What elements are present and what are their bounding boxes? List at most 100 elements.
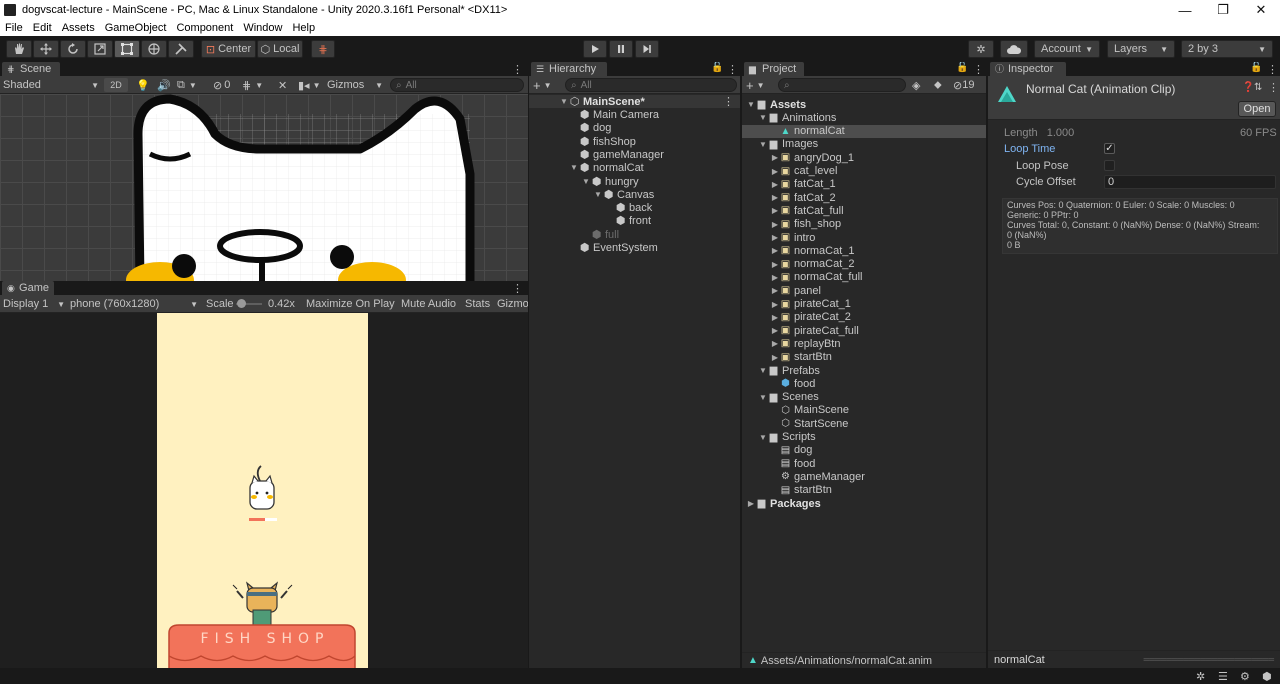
tools-toggle[interactable]: ✕ (278, 78, 287, 92)
project-item[interactable]: ▶ ▣ pirateCat_2 (742, 311, 986, 324)
lighting-toggle[interactable]: 💡 (136, 78, 150, 92)
expand-arrow-icon[interactable]: ▼ (746, 100, 756, 109)
filter-type-button[interactable]: ◈ (912, 78, 920, 92)
collapse-arrow-icon[interactable]: ▶ (770, 286, 780, 295)
project-item[interactable]: ▶ ▣ fatCat_1 (742, 178, 986, 191)
collapse-arrow-icon[interactable]: ▶ (770, 246, 780, 255)
hierarchy-item-hungry[interactable]: ▼ ⬢ hungry (529, 175, 740, 189)
mute-audio-toggle[interactable]: Mute Audio (401, 297, 456, 311)
hierarchy-item-dog[interactable]: ⬢ dog (529, 121, 740, 135)
collapse-arrow-icon[interactable]: ▶ (770, 167, 780, 176)
hand-tool-button[interactable] (6, 40, 32, 58)
display-dropdown[interactable]: Display 1 ▼ (3, 297, 65, 311)
loop-pose-checkbox[interactable] (1104, 160, 1115, 171)
project-item[interactable]: ▶ ▣ panel (742, 284, 986, 297)
expand-arrow-icon[interactable]: ▼ (581, 177, 591, 186)
expand-arrow-icon[interactable]: ▼ (559, 97, 569, 106)
hierarchy-kebab-icon[interactable]: ⋮ (727, 63, 738, 76)
project-item[interactable]: ▶ ▣ cat_level (742, 165, 986, 178)
open-button[interactable]: Open (1238, 101, 1276, 117)
lock-icon[interactable]: 🔓 (956, 62, 968, 73)
audio-toggle[interactable]: 🔊 (157, 78, 171, 92)
gizmos-toggle[interactable]: Gizmo (497, 297, 528, 311)
project-item[interactable]: ▶ ▣ intro (742, 231, 986, 244)
project-item[interactable]: ▶ ▣ fatCat_2 (742, 191, 986, 204)
project-kebab-icon[interactable]: ⋮ (973, 63, 984, 76)
project-item[interactable]: ▤ startBtn (742, 484, 986, 497)
close-button[interactable]: ✕ (1242, 0, 1280, 20)
hierarchy-item-main-camera[interactable]: ⬢ Main Camera (529, 108, 740, 122)
menu-gameobject[interactable]: GameObject (100, 22, 172, 34)
collapse-arrow-icon[interactable]: ▶ (770, 220, 780, 229)
kebab-icon[interactable]: ⋮ (1268, 81, 1279, 94)
game-kebab-icon[interactable]: ⋮ (512, 282, 523, 295)
scene-viewport[interactable] (0, 94, 528, 281)
project-item[interactable]: ⬢ food (742, 377, 986, 390)
hierarchy-item-fishshop[interactable]: ⬢ fishShop (529, 135, 740, 149)
menu-window[interactable]: Window (238, 22, 287, 34)
collapse-arrow-icon[interactable]: ▶ (770, 193, 780, 202)
hierarchy-item-eventsystem[interactable]: ⬢ EventSystem (529, 241, 740, 255)
project-item[interactable]: ▶ ▣ startBtn (742, 351, 986, 364)
collapse-arrow-icon[interactable]: ▶ (770, 339, 780, 348)
collapse-arrow-icon[interactable]: ▶ (770, 153, 780, 162)
rect-tool-button[interactable] (114, 40, 140, 58)
expand-arrow-icon[interactable]: ▼ (758, 366, 768, 375)
project-search-input[interactable]: ⌕ (778, 78, 906, 92)
resolution-dropdown[interactable]: phone (760x1280) ▼ (70, 297, 198, 311)
hierarchy-item-canvas[interactable]: ▼ ⬢ Canvas (529, 188, 740, 202)
project-item[interactable]: ▼ ▆ Scripts (742, 431, 986, 444)
lock-icon[interactable]: 🔓 (711, 62, 723, 73)
hierarchy-item-front[interactable]: ⬢ front (529, 214, 740, 228)
project-item[interactable]: ▶ ▣ pirateCat_full (742, 324, 986, 337)
collapse-arrow-icon[interactable]: ▶ (770, 326, 780, 335)
cycle-offset-field[interactable]: 0 (1104, 175, 1276, 189)
pause-button[interactable] (609, 40, 633, 58)
collapse-arrow-icon[interactable]: ▶ (770, 206, 780, 215)
help-icon[interactable]: ❓ (1242, 82, 1254, 93)
menu-component[interactable]: Component (171, 22, 238, 34)
project-item[interactable]: ⬡ StartScene (742, 417, 986, 430)
collab-button[interactable]: ✲ (968, 40, 994, 58)
menu-help[interactable]: Help (287, 22, 320, 34)
project-item[interactable]: ▤ food (742, 457, 986, 470)
project-item[interactable]: ▶ ▣ pirateCat_1 (742, 298, 986, 311)
kebab-icon[interactable]: ⋮ (723, 95, 734, 108)
tab-scene[interactable]: ⋕ Scene (2, 62, 60, 76)
expand-arrow-icon[interactable]: ▼ (593, 190, 603, 199)
menu-assets[interactable]: Assets (57, 22, 100, 34)
hierarchy-item-full[interactable]: ⬢ full (529, 228, 740, 242)
collapse-arrow-icon[interactable]: ▶ (770, 313, 780, 322)
gizmos-dropdown[interactable]: Gizmos ▼ (327, 78, 383, 92)
scene-kebab-icon[interactable]: ⋮ (512, 63, 523, 76)
expand-arrow-icon[interactable]: ▼ (758, 433, 768, 442)
project-item[interactable]: ▼ ▆ Assets (742, 98, 986, 111)
hidden-objects-toggle[interactable]: ⊘ 0 (213, 78, 230, 92)
project-item[interactable]: ▶ ▣ angryDog_1 (742, 151, 986, 164)
maximize-on-play-toggle[interactable]: Maximize On Play (306, 297, 395, 311)
collapse-arrow-icon[interactable]: ▶ (770, 233, 780, 242)
collapse-arrow-icon[interactable]: ▶ (770, 260, 780, 269)
lightbulb-status-icon[interactable]: ⚙ (1240, 670, 1250, 683)
move-tool-button[interactable] (33, 40, 59, 58)
project-item[interactable]: ▲ normalCat (742, 124, 986, 138)
project-item[interactable]: ▶ ▣ replayBtn (742, 337, 986, 350)
play-button[interactable] (583, 40, 607, 58)
layers-stack-icon[interactable]: ☰ (1218, 670, 1228, 683)
camera-dropdown[interactable]: ▮◂ ▼ (298, 78, 321, 92)
project-item[interactable]: ⬡ MainScene (742, 404, 986, 417)
expand-arrow-icon[interactable]: ▼ (758, 113, 768, 122)
expand-arrow-icon[interactable]: ▼ (569, 163, 579, 172)
step-button[interactable] (635, 40, 659, 58)
grid-snap-button[interactable]: ⋕ (311, 40, 335, 58)
rotate-tool-button[interactable] (60, 40, 86, 58)
tab-inspector[interactable]: ⓘ Inspector (990, 62, 1066, 76)
inspector-preview-bar[interactable]: normalCat ═══════════════════════ (988, 650, 1280, 668)
project-item[interactable]: ▼ ▆ Prefabs (742, 364, 986, 377)
project-item[interactable]: ▤ dog (742, 444, 986, 457)
loop-time-checkbox[interactable]: ✓ (1104, 143, 1115, 154)
scale-tool-button[interactable] (87, 40, 113, 58)
hierarchy-search-input[interactable]: ⌕ All (565, 78, 737, 92)
transform-tool-button[interactable] (141, 40, 167, 58)
hierarchy-item-mainscene[interactable]: ▼ ⬡ MainScene* ⋮ (529, 95, 740, 108)
